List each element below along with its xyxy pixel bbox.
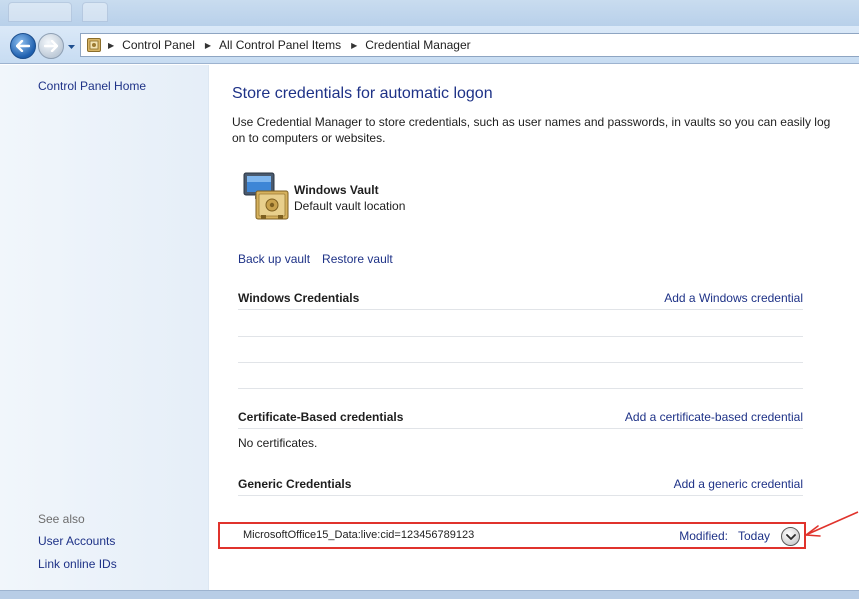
link-online-ids-link[interactable]: Link online IDs bbox=[38, 557, 117, 571]
no-certificates-text: No certificates. bbox=[238, 436, 318, 450]
section-title: Windows Credentials bbox=[238, 291, 360, 305]
background-tab bbox=[8, 2, 72, 22]
breadcrumb-item[interactable]: Credential Manager bbox=[365, 38, 470, 52]
breadcrumb-separator-icon[interactable]: ▶ bbox=[205, 41, 211, 50]
arrow-left-icon bbox=[16, 40, 30, 52]
address-bar[interactable]: ▶ Control Panel ▶ All Control Panel Item… bbox=[80, 33, 859, 57]
control-panel-icon bbox=[87, 38, 101, 52]
navigation-bar: ▶ Control Panel ▶ All Control Panel Item… bbox=[0, 26, 859, 64]
restore-vault-link[interactable]: Restore vault bbox=[322, 252, 393, 266]
section-title: Generic Credentials bbox=[238, 477, 352, 491]
list-item bbox=[238, 363, 803, 389]
breadcrumb-item[interactable]: All Control Panel Items bbox=[219, 38, 341, 52]
main-content: Store credentials for automatic logon Us… bbox=[209, 65, 859, 590]
page-title: Store credentials for automatic logon bbox=[232, 85, 493, 102]
modified-label: Modified: bbox=[679, 529, 728, 543]
vault-actions: Back up vault Restore vault bbox=[238, 252, 393, 266]
add-certificate-credential-link[interactable]: Add a certificate-based credential bbox=[625, 410, 803, 424]
vault-name: Windows Vault bbox=[294, 183, 379, 197]
page-description: Use Credential Manager to store credenti… bbox=[232, 115, 831, 145]
breadcrumb-item[interactable]: Control Panel bbox=[122, 38, 195, 52]
breadcrumb-separator-icon[interactable]: ▶ bbox=[108, 41, 114, 50]
windows-credentials-header: Windows Credentials Add a Windows creden… bbox=[238, 288, 803, 310]
control-panel-home-link[interactable]: Control Panel Home bbox=[38, 79, 146, 93]
see-also-heading: See also bbox=[38, 512, 85, 526]
add-generic-credential-link[interactable]: Add a generic credential bbox=[674, 477, 803, 491]
credential-name: MicrosoftOffice15_Data:live:cid=12345678… bbox=[243, 529, 475, 541]
generic-credential-item[interactable]: MicrosoftOffice15_Data:live:cid=12345678… bbox=[218, 522, 806, 549]
generic-credentials-header: Generic Credentials Add a generic creden… bbox=[238, 474, 803, 496]
list-item bbox=[238, 311, 803, 337]
back-up-vault-link[interactable]: Back up vault bbox=[238, 252, 310, 266]
vault-description: Default vault location bbox=[294, 199, 406, 213]
credential-modified: Modified: Today bbox=[679, 529, 770, 543]
back-button[interactable] bbox=[10, 33, 36, 59]
windows-vault: Windows Vault Default vault location bbox=[242, 168, 642, 222]
user-accounts-link[interactable]: User Accounts bbox=[38, 534, 115, 548]
annotation-arrow-icon bbox=[805, 511, 859, 537]
modified-value: Today bbox=[737, 529, 770, 543]
arrow-right-icon bbox=[44, 40, 58, 52]
certificate-credentials-header: Certificate-Based credentials Add a cert… bbox=[238, 407, 803, 429]
vault-safe-icon bbox=[243, 172, 289, 220]
left-task-pane: Control Panel Home See also User Account… bbox=[0, 65, 209, 590]
window-bottom-border bbox=[0, 590, 859, 599]
window-title-bar bbox=[0, 0, 859, 26]
add-windows-credential-link[interactable]: Add a Windows credential bbox=[664, 291, 803, 305]
recent-pages-dropdown-icon[interactable] bbox=[67, 42, 76, 51]
section-title: Certificate-Based credentials bbox=[238, 410, 404, 424]
breadcrumb-separator-icon[interactable]: ▶ bbox=[351, 41, 357, 50]
background-tab bbox=[82, 2, 108, 22]
forward-button[interactable] bbox=[38, 33, 64, 59]
list-item bbox=[238, 337, 803, 363]
